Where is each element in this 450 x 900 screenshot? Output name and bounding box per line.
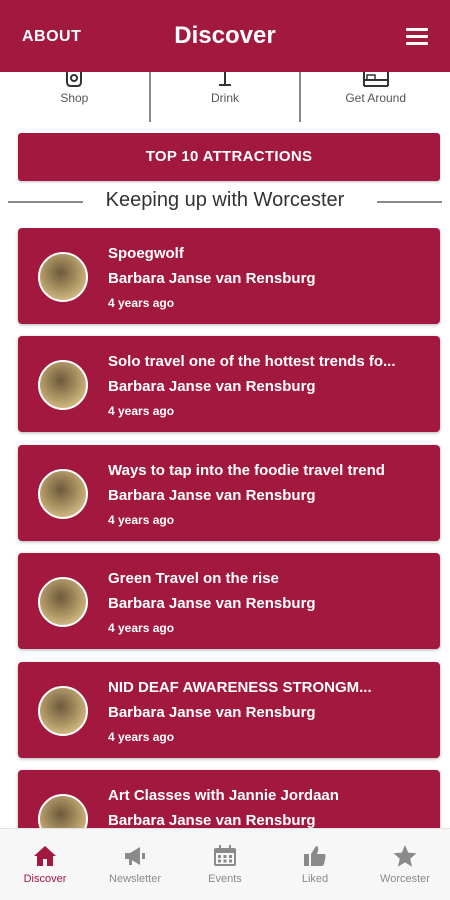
section-heading: Keeping up with Worcester: [0, 188, 450, 214]
post-title: Art Classes with Jannie Jordaan: [108, 787, 339, 804]
post-title: Solo travel one of the hottest trends fo…: [108, 353, 396, 370]
tab-label: Discover: [23, 873, 67, 885]
post-card[interactable]: Art Classes with Jannie Jordaan Barbara …: [18, 770, 440, 828]
tab-label: Events: [208, 873, 242, 885]
tab-label: Liked: [301, 873, 329, 885]
post-author: Barbara Janse van Rensburg: [108, 812, 316, 828]
tab-worcester[interactable]: Worcester: [360, 829, 450, 900]
top-10-attractions-button[interactable]: TOP 10 ATTRACTIONS: [18, 133, 440, 181]
post-card[interactable]: Ways to tap into the foodie travel trend…: [18, 445, 440, 541]
post-title: Green Travel on the rise: [108, 570, 279, 587]
divider: [377, 201, 442, 203]
post-date: 4 years ago: [108, 296, 175, 310]
bottom-tab-bar: Discover Newsletter Events Liked Worcest…: [0, 828, 450, 900]
post-card[interactable]: Solo travel one of the hottest trends fo…: [18, 336, 440, 432]
post-author: Barbara Janse van Rensburg: [108, 704, 316, 721]
avatar: [38, 794, 88, 828]
news-feed[interactable]: Spoegwolf Barbara Janse van Rensburg 4 y…: [0, 228, 450, 828]
megaphone-icon: [125, 847, 145, 865]
category-label: Get Around: [345, 91, 407, 105]
avatar: [38, 360, 88, 410]
post-card[interactable]: Green Travel on the rise Barbara Janse v…: [18, 553, 440, 649]
category-get-around[interactable]: Get Around: [299, 72, 450, 122]
hamburger-menu-icon[interactable]: [406, 28, 428, 46]
drink-icon: [219, 72, 231, 86]
category-row: Shop Drink Get Around: [0, 72, 450, 122]
tab-label: Worcester: [380, 873, 430, 885]
avatar: [38, 252, 88, 302]
avatar: [38, 469, 88, 519]
post-date: 4 years ago: [108, 730, 175, 744]
post-author: Barbara Janse van Rensburg: [108, 270, 316, 287]
home-icon: [34, 846, 56, 866]
category-label: Drink: [211, 91, 240, 105]
post-title: NID DEAF AWARENESS STRONGM...: [108, 679, 372, 696]
tab-label: Newsletter: [109, 873, 161, 885]
tab-liked[interactable]: Liked: [270, 829, 360, 900]
post-author: Barbara Janse van Rensburg: [108, 487, 316, 504]
shop-icon: [66, 72, 83, 87]
post-date: 4 years ago: [108, 404, 175, 418]
post-title: Ways to tap into the foodie travel trend: [108, 462, 385, 479]
post-author: Barbara Janse van Rensburg: [108, 378, 316, 395]
thumbs-up-icon: [304, 846, 326, 866]
tab-newsletter[interactable]: Newsletter: [90, 829, 180, 900]
bed-icon: [362, 72, 389, 87]
about-link[interactable]: ABOUT: [22, 28, 81, 46]
category-drink[interactable]: Drink: [148, 72, 300, 122]
post-date: 4 years ago: [108, 513, 175, 527]
post-author: Barbara Janse van Rensburg: [108, 595, 316, 612]
tab-discover[interactable]: Discover: [0, 829, 90, 900]
tab-events[interactable]: Events: [180, 829, 270, 900]
post-card[interactable]: NID DEAF AWARENESS STRONGM... Barbara Ja…: [18, 662, 440, 758]
category-label: Shop: [60, 91, 89, 105]
app-header: ABOUT Discover: [0, 0, 450, 72]
post-title: Spoegwolf: [108, 245, 184, 262]
calendar-icon: [214, 845, 236, 866]
avatar: [38, 686, 88, 736]
avatar: [38, 577, 88, 627]
post-date: 4 years ago: [108, 621, 175, 635]
star-icon: [393, 845, 417, 867]
post-card[interactable]: Spoegwolf Barbara Janse van Rensburg 4 y…: [18, 228, 440, 324]
category-shop[interactable]: Shop: [0, 72, 149, 122]
